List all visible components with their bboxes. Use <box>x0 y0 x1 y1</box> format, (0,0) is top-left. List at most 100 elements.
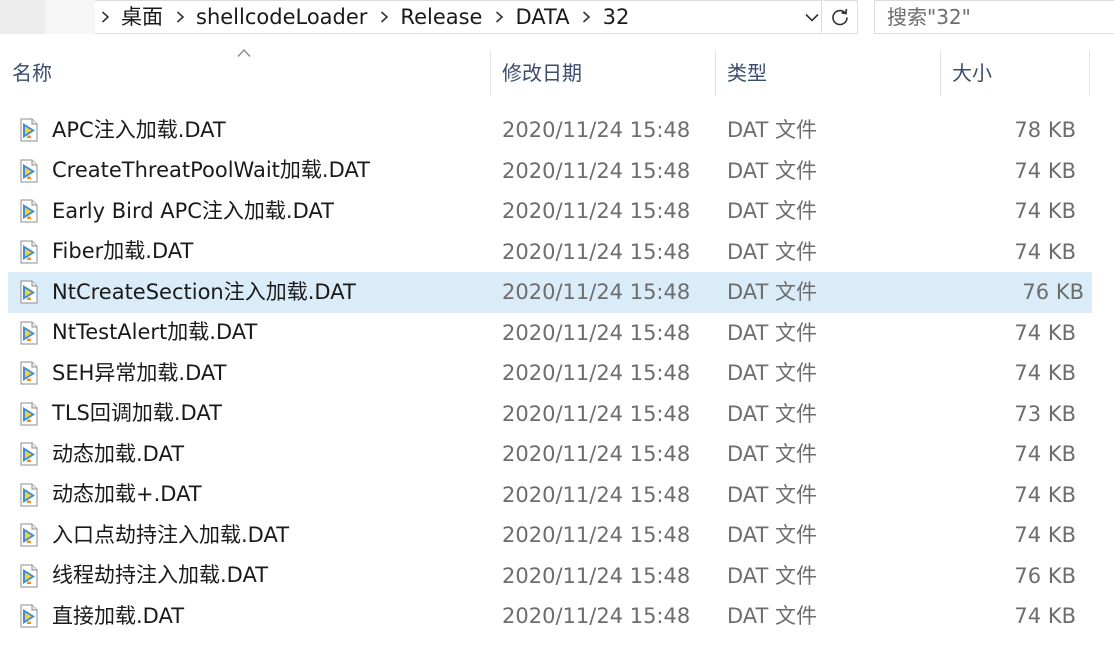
file-name-cell[interactable]: 直接加载.DAT <box>18 596 184 637</box>
column-divider[interactable] <box>1089 50 1090 96</box>
vlc-file-icon <box>18 118 52 142</box>
file-size: 76 KB <box>1022 280 1084 304</box>
file-type: DAT 文件 <box>727 239 818 264</box>
file-name-cell[interactable]: TLS回调加载.DAT <box>18 394 222 435</box>
breadcrumb-item-current[interactable]: 32 <box>597 0 637 34</box>
chevron-right-icon[interactable] <box>374 0 394 34</box>
vlc-file-icon <box>18 361 52 385</box>
file-row[interactable]: Fiber加载.DAT 2020/11/24 15:48 DAT 文件 74 KB <box>0 232 1114 273</box>
file-date: 2020/11/24 15:48 <box>502 523 691 547</box>
column-header-type[interactable]: 类型 <box>715 48 767 96</box>
file-row[interactable]: APC注入加载.DAT 2020/11/24 15:48 DAT 文件 78 KB <box>0 110 1114 151</box>
breadcrumb-item[interactable]: 桌面 <box>115 0 170 34</box>
file-type: DAT 文件 <box>727 280 818 304</box>
file-row[interactable]: TLS回调加载.DAT 2020/11/24 15:48 DAT 文件 73 KB <box>0 394 1114 435</box>
file-name: 动态加载+.DAT <box>52 482 202 507</box>
file-row[interactable]: 直接加载.DAT 2020/11/24 15:48 DAT 文件 74 KB <box>0 596 1114 637</box>
file-name: NtCreateSection注入加载.DAT <box>52 279 356 304</box>
file-type: DAT 文件 <box>727 320 818 345</box>
breadcrumb-item[interactable]: shellcodeLoader <box>190 0 374 34</box>
file-row-selected[interactable]: NtCreateSection注入加载.DAT 2020/11/24 15:48 D… <box>8 272 1092 313</box>
blurred-nav-area <box>45 0 95 34</box>
file-name: NtTestAlert加载.DAT <box>52 320 258 345</box>
file-name-cell[interactable]: 线程劫持注入加载.DAT <box>18 556 268 597</box>
file-name-cell[interactable]: 动态加载+.DAT <box>18 475 202 516</box>
file-size: 76 KB <box>1014 563 1076 588</box>
file-name-cell[interactable]: APC注入加载.DAT <box>18 110 226 151</box>
file-name-cell[interactable]: NtCreateSection注入加载.DAT <box>18 272 356 313</box>
file-size: 74 KB <box>1014 158 1076 183</box>
vlc-file-icon <box>18 523 52 547</box>
file-name: 线程劫持注入加载.DAT <box>52 563 269 588</box>
file-type: DAT 文件 <box>727 401 818 426</box>
file-name-cell[interactable]: NtTestAlert加载.DAT <box>18 313 257 354</box>
file-row[interactable]: Early Bird APC注入加载.DAT 2020/11/24 15:48 DA… <box>0 191 1114 232</box>
file-date: 2020/11/24 15:48 <box>502 563 691 588</box>
vlc-file-icon <box>18 442 52 466</box>
file-name: 直接加载.DAT <box>52 603 185 628</box>
file-row[interactable]: 入口点劫持注入加载.DAT 2020/11/24 15:48 DAT 文件 74 KB <box>0 515 1114 556</box>
refresh-button[interactable] <box>823 0 858 34</box>
file-name: APC注入加载.DAT <box>52 117 226 142</box>
file-name: Fiber加载.DAT <box>52 239 194 264</box>
file-date: 2020/11/24 15:48 <box>502 320 691 345</box>
file-name: CreateThreatPoolWait加载.DAT <box>52 158 370 183</box>
history-dropdown-button[interactable] <box>800 0 823 34</box>
search-input[interactable]: 搜索"32" <box>874 0 1114 34</box>
sort-ascending-icon <box>237 49 251 57</box>
file-name-cell[interactable]: Early Bird APC注入加载.DAT <box>18 191 334 232</box>
chevron-down-icon <box>804 13 819 22</box>
chevron-right-icon[interactable] <box>95 0 115 34</box>
file-date: 2020/11/24 15:48 <box>502 361 691 385</box>
file-row[interactable]: 动态加载.DAT 2020/11/24 15:48 DAT 文件 74 KB <box>0 434 1114 475</box>
file-row[interactable]: 动态加载+.DAT 2020/11/24 15:48 DAT 文件 74 KB <box>0 475 1114 516</box>
file-type: DAT 文件 <box>727 442 818 466</box>
breadcrumb-item[interactable]: Release <box>394 0 489 34</box>
file-type: DAT 文件 <box>727 158 818 183</box>
file-list: APC注入加载.DAT 2020/11/24 15:48 DAT 文件 78 KB Cr… <box>0 110 1114 637</box>
file-date: 2020/11/24 15:48 <box>502 442 691 466</box>
file-type: DAT 文件 <box>727 199 818 223</box>
file-size: 78 KB <box>1014 118 1076 142</box>
file-date: 2020/11/24 15:48 <box>502 199 691 223</box>
file-type: DAT 文件 <box>727 523 818 547</box>
file-size: 73 KB <box>1014 401 1076 426</box>
column-header-row: 名称 修改日期 类型 大小 <box>0 48 1114 96</box>
file-name-cell[interactable]: 动态加载.DAT <box>18 434 184 475</box>
file-name-cell[interactable]: CreateThreatPoolWait加载.DAT <box>18 151 370 192</box>
blurred-nav-area <box>0 0 45 34</box>
file-name: 动态加载.DAT <box>52 441 185 466</box>
file-size: 74 KB <box>1014 482 1076 507</box>
file-name-cell[interactable]: Fiber加载.DAT <box>18 232 193 273</box>
file-size: 74 KB <box>1014 239 1076 264</box>
vlc-file-icon <box>18 199 52 223</box>
chevron-right-icon[interactable] <box>170 0 190 34</box>
file-size: 74 KB <box>1014 199 1076 223</box>
file-name: SEH异常加载.DAT <box>52 360 227 385</box>
file-name-cell[interactable]: SEH异常加载.DAT <box>18 353 226 394</box>
file-row[interactable]: SEH异常加载.DAT 2020/11/24 15:48 DAT 文件 74 KB <box>0 353 1114 394</box>
file-name: TLS回调加载.DAT <box>52 401 222 426</box>
vlc-file-icon <box>18 280 52 304</box>
file-name-cell[interactable]: 入口点劫持注入加载.DAT <box>18 515 289 556</box>
address-bar: 桌面 shellcodeLoader Release DATA 32 搜索"32… <box>0 0 1114 34</box>
vlc-file-icon <box>18 402 52 426</box>
column-header-size[interactable]: 大小 <box>940 48 992 96</box>
breadcrumb[interactable]: 桌面 shellcodeLoader Release DATA 32 <box>95 0 822 34</box>
file-size: 74 KB <box>1014 604 1076 628</box>
file-date: 2020/11/24 15:48 <box>502 482 691 507</box>
column-header-name[interactable]: 名称 <box>0 48 52 96</box>
file-type: DAT 文件 <box>727 482 818 507</box>
file-date: 2020/11/24 15:48 <box>502 239 691 264</box>
file-size: 74 KB <box>1014 361 1076 385</box>
file-name: 入口点劫持注入加载.DAT <box>52 522 290 547</box>
breadcrumb-item[interactable]: DATA <box>509 0 576 34</box>
file-row[interactable]: 线程劫持注入加载.DAT 2020/11/24 15:48 DAT 文件 76 KB <box>0 556 1114 597</box>
file-name: Early Bird APC注入加载.DAT <box>52 198 334 223</box>
file-row[interactable]: CreateThreatPoolWait加载.DAT 2020/11/24 15:… <box>0 151 1114 192</box>
file-row[interactable]: NtTestAlert加载.DAT 2020/11/24 15:48 DAT 文件 7… <box>0 313 1114 354</box>
column-header-date[interactable]: 修改日期 <box>490 48 582 96</box>
chevron-right-icon[interactable] <box>577 0 597 34</box>
vlc-file-icon <box>18 483 52 507</box>
chevron-right-icon[interactable] <box>489 0 509 34</box>
